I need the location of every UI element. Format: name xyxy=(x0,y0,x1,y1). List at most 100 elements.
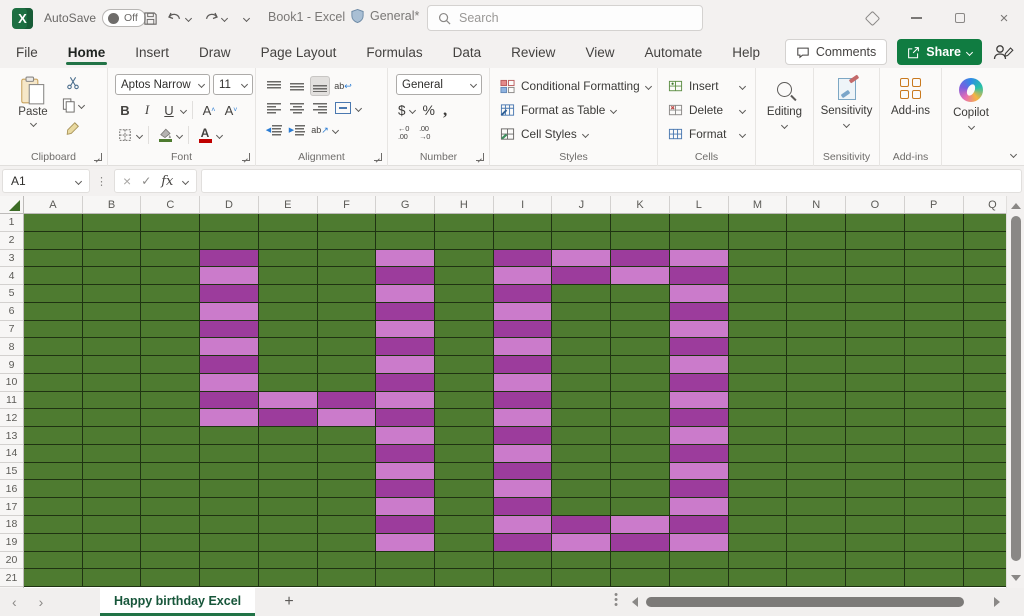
vertical-scrollbar[interactable] xyxy=(1006,196,1024,588)
grid-cell-P2[interactable] xyxy=(905,232,964,250)
grid-cell-C4[interactable] xyxy=(141,267,200,285)
format-cells-button[interactable]: Format xyxy=(668,122,755,146)
grid-cell-A9[interactable] xyxy=(24,356,83,374)
grid-cell-C14[interactable] xyxy=(141,445,200,463)
tab-insert[interactable]: Insert xyxy=(133,39,171,66)
grid-cell-P3[interactable] xyxy=(905,250,964,268)
column-header-M[interactable]: M xyxy=(729,196,788,213)
grid-cell-J2[interactable] xyxy=(552,232,611,250)
grid-cell-C5[interactable] xyxy=(141,285,200,303)
grid-cell-B3[interactable] xyxy=(83,250,142,268)
grid-cell-G8[interactable] xyxy=(376,338,435,356)
grid-cell-D17[interactable] xyxy=(200,498,259,516)
grid-cell-M5[interactable] xyxy=(729,285,788,303)
grid-cell-P13[interactable] xyxy=(905,427,964,445)
add-ins-button-label[interactable]: Add-ins xyxy=(891,105,930,117)
grid-cell-L5[interactable] xyxy=(670,285,729,303)
grid-cell-P4[interactable] xyxy=(905,267,964,285)
ribbon-collapse-chevron-icon[interactable] xyxy=(1010,151,1017,158)
grid-cell-O21[interactable] xyxy=(846,569,905,587)
grid-cell-G2[interactable] xyxy=(376,232,435,250)
grid-cell-P18[interactable] xyxy=(905,516,964,534)
grid-cell-O10[interactable] xyxy=(846,374,905,392)
grid-cell-F8[interactable] xyxy=(318,338,377,356)
row-header-6[interactable]: 6 xyxy=(0,303,23,321)
grid-cell-J20[interactable] xyxy=(552,552,611,570)
scroll-down-icon[interactable] xyxy=(1011,575,1021,581)
wrap-text-button[interactable]: ab↩ xyxy=(333,76,353,96)
grid-cell-O4[interactable] xyxy=(846,267,905,285)
column-header-B[interactable]: B xyxy=(83,196,142,213)
grid-cell-H7[interactable] xyxy=(435,321,494,339)
grid-cell-P19[interactable] xyxy=(905,534,964,552)
grid-cell-C10[interactable] xyxy=(141,374,200,392)
grid-cell-B15[interactable] xyxy=(83,463,142,481)
grid-cell-J5[interactable] xyxy=(552,285,611,303)
grid-cell-Q6[interactable] xyxy=(964,303,1007,321)
grid-cell-I11[interactable] xyxy=(494,392,553,410)
grid-cell-J15[interactable] xyxy=(552,463,611,481)
grid-cell-N8[interactable] xyxy=(787,338,846,356)
align-right-button[interactable] xyxy=(310,98,330,118)
grid-cell-B4[interactable] xyxy=(83,267,142,285)
grid-cell-L16[interactable] xyxy=(670,480,729,498)
grid-cell-N10[interactable] xyxy=(787,374,846,392)
grid-cell-L15[interactable] xyxy=(670,463,729,481)
font-dialog-launcher-icon[interactable] xyxy=(242,153,250,161)
grid-cell-L21[interactable] xyxy=(670,569,729,587)
grid-cell-N12[interactable] xyxy=(787,409,846,427)
grid-cell-A6[interactable] xyxy=(24,303,83,321)
grid-cell-O7[interactable] xyxy=(846,321,905,339)
decrease-font-button[interactable]: A˅ xyxy=(221,100,241,120)
grid-cell-A1[interactable] xyxy=(24,214,83,232)
row-header-11[interactable]: 11 xyxy=(0,392,23,410)
grid-cell-O11[interactable] xyxy=(846,392,905,410)
grid-cell-L7[interactable] xyxy=(670,321,729,339)
group-editing[interactable]: Editing xyxy=(756,68,814,166)
grid-cell-F6[interactable] xyxy=(318,303,377,321)
grid-cell-Q1[interactable] xyxy=(964,214,1007,232)
merge-chevron-icon[interactable] xyxy=(355,104,362,111)
grid-cell-G16[interactable] xyxy=(376,480,435,498)
grid-cell-K4[interactable] xyxy=(611,267,670,285)
paste-button[interactable]: Paste xyxy=(10,76,56,146)
grid-cell-J12[interactable] xyxy=(552,409,611,427)
grid-cell-F21[interactable] xyxy=(318,569,377,587)
grid-cell-N15[interactable] xyxy=(787,463,846,481)
grid-cell-H19[interactable] xyxy=(435,534,494,552)
grid-cell-N1[interactable] xyxy=(787,214,846,232)
grid-cell-A15[interactable] xyxy=(24,463,83,481)
grid-cell-I21[interactable] xyxy=(494,569,553,587)
formula-bar-drag-dots-icon[interactable]: ⋮ xyxy=(96,175,108,188)
grid-cell-H10[interactable] xyxy=(435,374,494,392)
fill-color-button[interactable] xyxy=(155,125,175,145)
grid-cell-O6[interactable] xyxy=(846,303,905,321)
grid-cell-Q14[interactable] xyxy=(964,445,1007,463)
grid-cell-O12[interactable] xyxy=(846,409,905,427)
grid-cell-C11[interactable] xyxy=(141,392,200,410)
column-header-N[interactable]: N xyxy=(787,196,846,213)
align-center-button[interactable] xyxy=(287,98,307,118)
grid-cell-I19[interactable] xyxy=(494,534,553,552)
grid-cell-C9[interactable] xyxy=(141,356,200,374)
grid-cell-Q8[interactable] xyxy=(964,338,1007,356)
redo-button[interactable] xyxy=(200,6,230,30)
grid-cell-G14[interactable] xyxy=(376,445,435,463)
align-top-button[interactable] xyxy=(264,76,284,96)
grid-cell-Q9[interactable] xyxy=(964,356,1007,374)
tab-home[interactable]: Home xyxy=(66,39,108,66)
grid-cell-I18[interactable] xyxy=(494,516,553,534)
grid-cell-L4[interactable] xyxy=(670,267,729,285)
grid-cell-I15[interactable] xyxy=(494,463,553,481)
grid-cell-D4[interactable] xyxy=(200,267,259,285)
column-header-A[interactable]: A xyxy=(24,196,83,213)
grid-cell-B1[interactable] xyxy=(83,214,142,232)
grid-cell-P5[interactable] xyxy=(905,285,964,303)
grid-cell-G21[interactable] xyxy=(376,569,435,587)
undo-button[interactable] xyxy=(164,6,194,30)
grid-cell-G5[interactable] xyxy=(376,285,435,303)
grid-cell-O18[interactable] xyxy=(846,516,905,534)
grid-cell-Q20[interactable] xyxy=(964,552,1007,570)
grid-cell-I10[interactable] xyxy=(494,374,553,392)
grid-cell-F16[interactable] xyxy=(318,480,377,498)
